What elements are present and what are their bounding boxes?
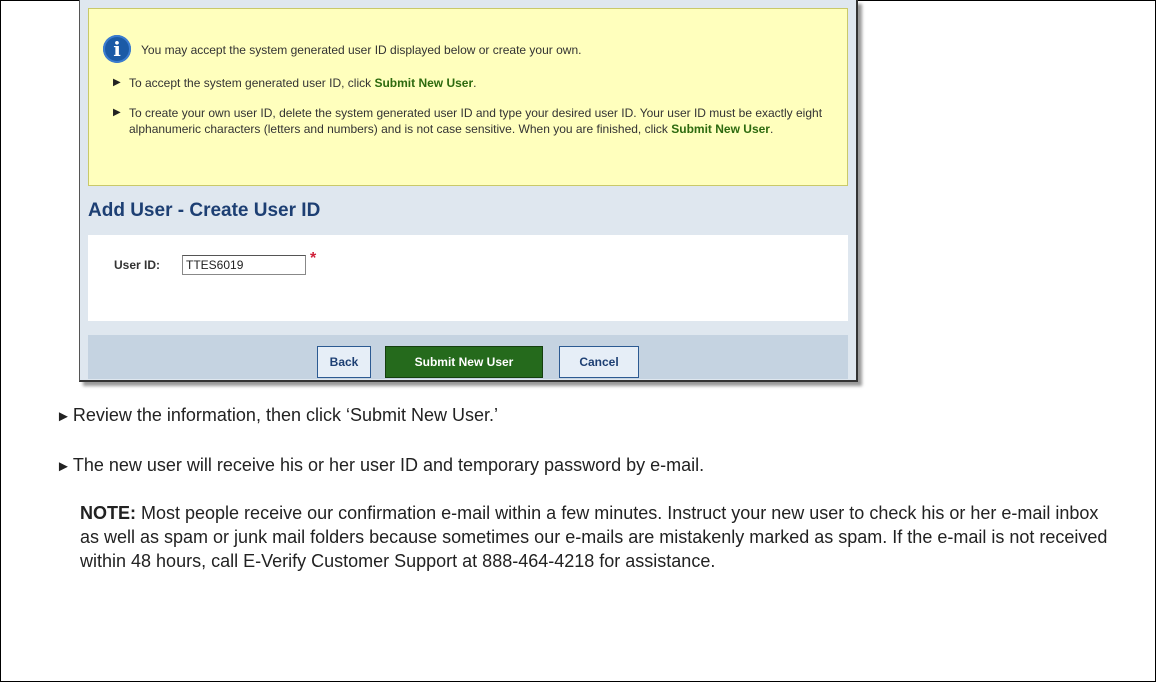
button-bar: Back Submit New User Cancel (88, 335, 848, 379)
cancel-button[interactable]: Cancel (559, 346, 639, 378)
arrow-bullet-icon: ► (56, 408, 71, 425)
instruction-text: Review the information, then click ‘Subm… (72, 405, 499, 425)
section-title: Add User - Create User ID (88, 200, 321, 221)
bullet-emphasis: Submit New User (671, 122, 770, 136)
arrow-bullet-icon: ► (56, 458, 71, 475)
info-bullet-accept: ▶ To accept the system generated user ID… (113, 75, 833, 91)
user-id-form-panel: User ID: * (88, 235, 848, 321)
bullet-text-end: . (473, 76, 477, 90)
info-message-box: i You may accept the system generated us… (88, 8, 848, 186)
instruction-text: The new user will receive his or her use… (72, 455, 705, 475)
note-paragraph: NOTE: Most people receive our confirmati… (80, 501, 1120, 573)
note-label: NOTE: (80, 503, 136, 523)
instruction-step-email: ► The new user will receive his or her us… (56, 455, 704, 476)
bullet-emphasis: Submit New User (374, 76, 474, 90)
bullet-text: To accept the system generated user ID, … (129, 76, 375, 90)
user-id-input[interactable] (182, 255, 306, 275)
info-lead-text: You may accept the system generated user… (141, 43, 582, 57)
info-icon: i (103, 35, 131, 63)
instruction-step-review: ► Review the information, then click ‘Sub… (56, 405, 498, 426)
user-id-label: User ID: (114, 258, 161, 272)
bullet-triangle-icon: ▶ (113, 107, 121, 118)
note-text: Most people receive our confirmation e-m… (80, 503, 1108, 571)
info-bullet-create: ▶ To create your own user ID, delete the… (113, 105, 833, 137)
back-button[interactable]: Back (317, 346, 371, 378)
submit-new-user-button[interactable]: Submit New User (385, 346, 543, 378)
required-marker: * (310, 250, 317, 267)
bullet-text-end: . (769, 122, 774, 136)
screenshot-window: i You may accept the system generated us… (79, 0, 858, 382)
bullet-triangle-icon: ▶ (113, 77, 121, 88)
